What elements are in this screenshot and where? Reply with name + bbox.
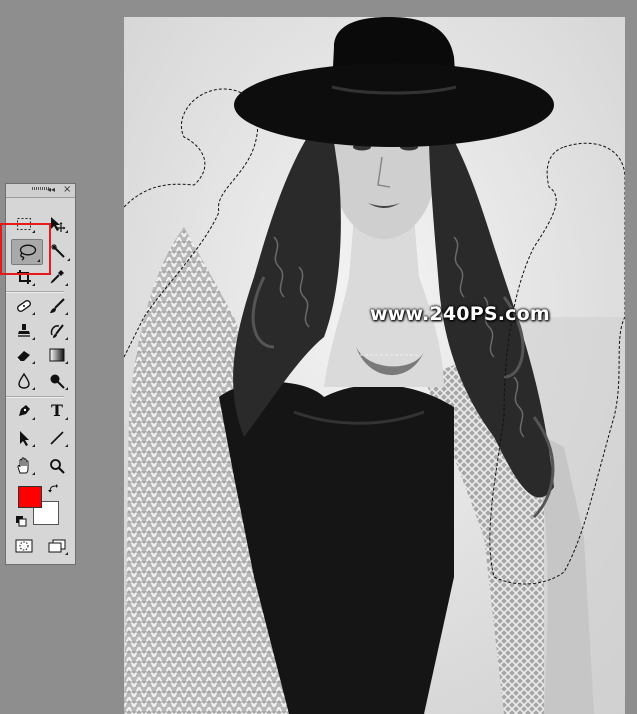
brush-icon bbox=[50, 298, 65, 313]
path-selection-tool-button[interactable] bbox=[11, 427, 37, 449]
collapse-button[interactable]: ◂◂ bbox=[47, 185, 55, 195]
pen-icon bbox=[19, 405, 30, 416]
rectangular-marquee-icon bbox=[17, 218, 31, 230]
watermark-text: www.240PS.com bbox=[370, 303, 550, 325]
foreground-color-swatch[interactable] bbox=[18, 486, 42, 508]
panel-grip[interactable]: ◂◂ × bbox=[6, 184, 75, 198]
close-button[interactable]: × bbox=[63, 184, 71, 195]
screen-mode-tool-button[interactable] bbox=[44, 535, 70, 557]
type-tool-button[interactable]: T bbox=[44, 400, 70, 422]
document-canvas[interactable]: www.240PS.com bbox=[124, 17, 625, 714]
history-brush-icon bbox=[50, 324, 64, 338]
brush-tool-button[interactable] bbox=[44, 295, 70, 317]
line-icon bbox=[50, 431, 64, 445]
default-colors-icon[interactable] bbox=[15, 515, 27, 527]
zoom-tool-button[interactable] bbox=[44, 455, 70, 477]
magic-wand-icon bbox=[51, 244, 65, 258]
swap-colors-icon[interactable] bbox=[48, 483, 60, 495]
screen-mode-icon bbox=[48, 539, 66, 553]
history-brush-tool-button[interactable] bbox=[44, 320, 70, 342]
type-icon: T bbox=[51, 401, 63, 420]
blur-tool-button[interactable] bbox=[11, 370, 37, 392]
drop-icon bbox=[18, 373, 30, 389]
eraser-tool-button[interactable] bbox=[11, 344, 37, 366]
arrow-pointer-icon bbox=[20, 431, 29, 446]
hand-icon bbox=[17, 457, 29, 474]
separator bbox=[6, 291, 64, 293]
spot-healing-tool-button[interactable] bbox=[11, 295, 37, 317]
dodge-tool-button[interactable] bbox=[44, 370, 70, 392]
lasso-tool-button[interactable] bbox=[11, 239, 43, 265]
crop-tool-button[interactable] bbox=[11, 266, 37, 288]
move-icon bbox=[51, 217, 66, 232]
dodge-icon bbox=[50, 374, 65, 389]
marquee-tool-button[interactable] bbox=[11, 213, 37, 235]
hand-tool-button[interactable] bbox=[11, 455, 37, 477]
photo-image bbox=[124, 17, 625, 714]
gradient-tool-button[interactable] bbox=[44, 344, 70, 366]
eyedropper-tool-button[interactable] bbox=[44, 266, 70, 288]
eraser-icon bbox=[16, 351, 30, 362]
quick-mask-tool-button[interactable] bbox=[11, 535, 37, 557]
crop-icon bbox=[17, 270, 31, 284]
move-tool-button[interactable] bbox=[44, 213, 70, 235]
stamp-icon bbox=[18, 324, 30, 337]
clone-stamp-tool-button[interactable] bbox=[11, 320, 37, 342]
line-tool-button[interactable] bbox=[44, 427, 70, 449]
eyedropper-icon bbox=[50, 270, 64, 284]
bandage-icon bbox=[17, 300, 31, 312]
quick-mask-icon bbox=[15, 539, 33, 553]
magnifier-icon bbox=[50, 459, 65, 474]
gradient-icon bbox=[49, 348, 65, 362]
lasso-icon bbox=[19, 244, 37, 261]
separator bbox=[6, 396, 64, 398]
magic-wand-tool-button[interactable] bbox=[46, 241, 72, 263]
pen-tool-button[interactable] bbox=[11, 400, 37, 422]
